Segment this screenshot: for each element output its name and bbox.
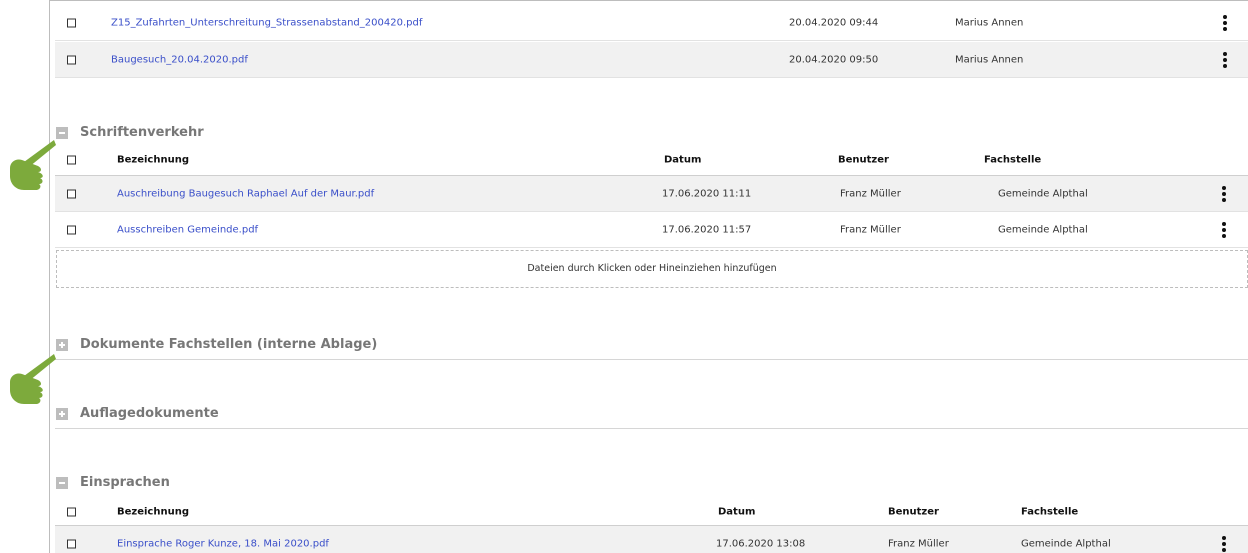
file-link[interactable]: Ausschreiben Gemeinde.pdf [117,224,258,235]
column-header-benutzer[interactable]: Benutzer [838,155,889,166]
row-checkbox[interactable] [67,18,76,27]
column-header-fachstelle[interactable]: Fachstelle [984,155,1041,166]
section-header-einsprachen[interactable]: Einsprachen [55,470,1248,498]
pointing-hand-icon [10,140,56,190]
column-header-datum[interactable]: Datum [718,506,755,517]
select-all-checkbox[interactable] [67,155,76,165]
section-title: Einsprachen [80,475,170,490]
column-header-benutzer[interactable]: Benutzer [888,506,939,517]
file-date: 20.04.2020 09:50 [789,54,879,65]
expand-icon[interactable] [56,339,68,351]
column-header-bezeichnung[interactable]: Bezeichnung [117,155,189,166]
file-date: 17.06.2020 13:08 [716,538,806,550]
file-office: Gemeinde Alpthal [998,224,1088,235]
file-office: Gemeinde Alpthal [1021,538,1111,550]
table-row[interactable]: Z15_Zufahrten_Unterschreitung_Strassenab… [55,5,1248,41]
select-all-checkbox[interactable] [67,507,76,516]
file-user: Marius Annen [955,17,1024,28]
pointing-hand-icon [10,354,56,404]
table-header: Bezeichnung Datum Benutzer Fachstelle [55,145,1248,176]
column-header-datum[interactable]: Datum [664,155,701,166]
column-header-fachstelle[interactable]: Fachstelle [1021,506,1078,517]
file-date: 17.06.2020 11:11 [662,188,752,199]
section-header-schriftenverkehr[interactable]: Schriftenverkehr [55,120,1248,148]
section-header-auflagedokumente[interactable]: Auflagedokumente [55,401,1248,429]
file-dropzone[interactable]: Dateien durch Klicken oder Hineinziehen … [56,250,1248,288]
section-header-dokumente-fachstellen[interactable]: Dokumente Fachstellen (interne Ablage) [55,332,1248,360]
section-title: Auflagedokumente [80,406,219,421]
section-title: Dokumente Fachstellen (interne Ablage) [80,337,378,352]
table-row[interactable]: Einsprache Roger Kunze, 18. Mai 2020.pdf… [55,526,1248,553]
file-user: Franz Müller [888,538,949,550]
file-user: Franz Müller [840,224,901,235]
file-link[interactable]: Auschreibung Baugesuch Raphael Auf der M… [117,188,374,199]
column-header-bezeichnung[interactable]: Bezeichnung [117,506,189,517]
file-date: 20.04.2020 09:44 [789,17,879,28]
file-office: Gemeinde Alpthal [998,188,1088,199]
more-vert-icon[interactable] [1222,221,1226,238]
row-checkbox[interactable] [67,225,76,234]
more-vert-icon[interactable] [1222,185,1226,202]
more-vert-icon[interactable] [1223,51,1227,68]
file-link[interactable]: Z15_Zufahrten_Unterschreitung_Strassenab… [111,17,422,28]
file-user: Marius Annen [955,54,1024,65]
left-border [49,0,50,553]
table-row[interactable]: Auschreibung Baugesuch Raphael Auf der M… [55,176,1248,212]
file-date: 17.06.2020 11:57 [662,224,752,235]
table-row[interactable]: Ausschreiben Gemeinde.pdf 17.06.2020 11:… [55,212,1248,248]
row-checkbox[interactable] [67,55,76,64]
more-vert-icon[interactable] [1223,14,1227,31]
more-vert-icon[interactable] [1222,536,1226,552]
row-checkbox[interactable] [67,189,76,198]
file-user: Franz Müller [840,188,901,199]
table-header: Bezeichnung Datum Benutzer Fachstelle [55,498,1248,526]
collapse-icon[interactable] [56,477,68,489]
file-link[interactable]: Baugesuch_20.04.2020.pdf [111,54,248,65]
row-checkbox[interactable] [67,539,76,549]
file-link[interactable]: Einsprache Roger Kunze, 18. Mai 2020.pdf [117,539,329,550]
section-title: Schriftenverkehr [80,125,204,140]
table-row[interactable]: Baugesuch_20.04.2020.pdf 20.04.2020 09:5… [55,42,1248,78]
top-border [49,0,1248,1]
